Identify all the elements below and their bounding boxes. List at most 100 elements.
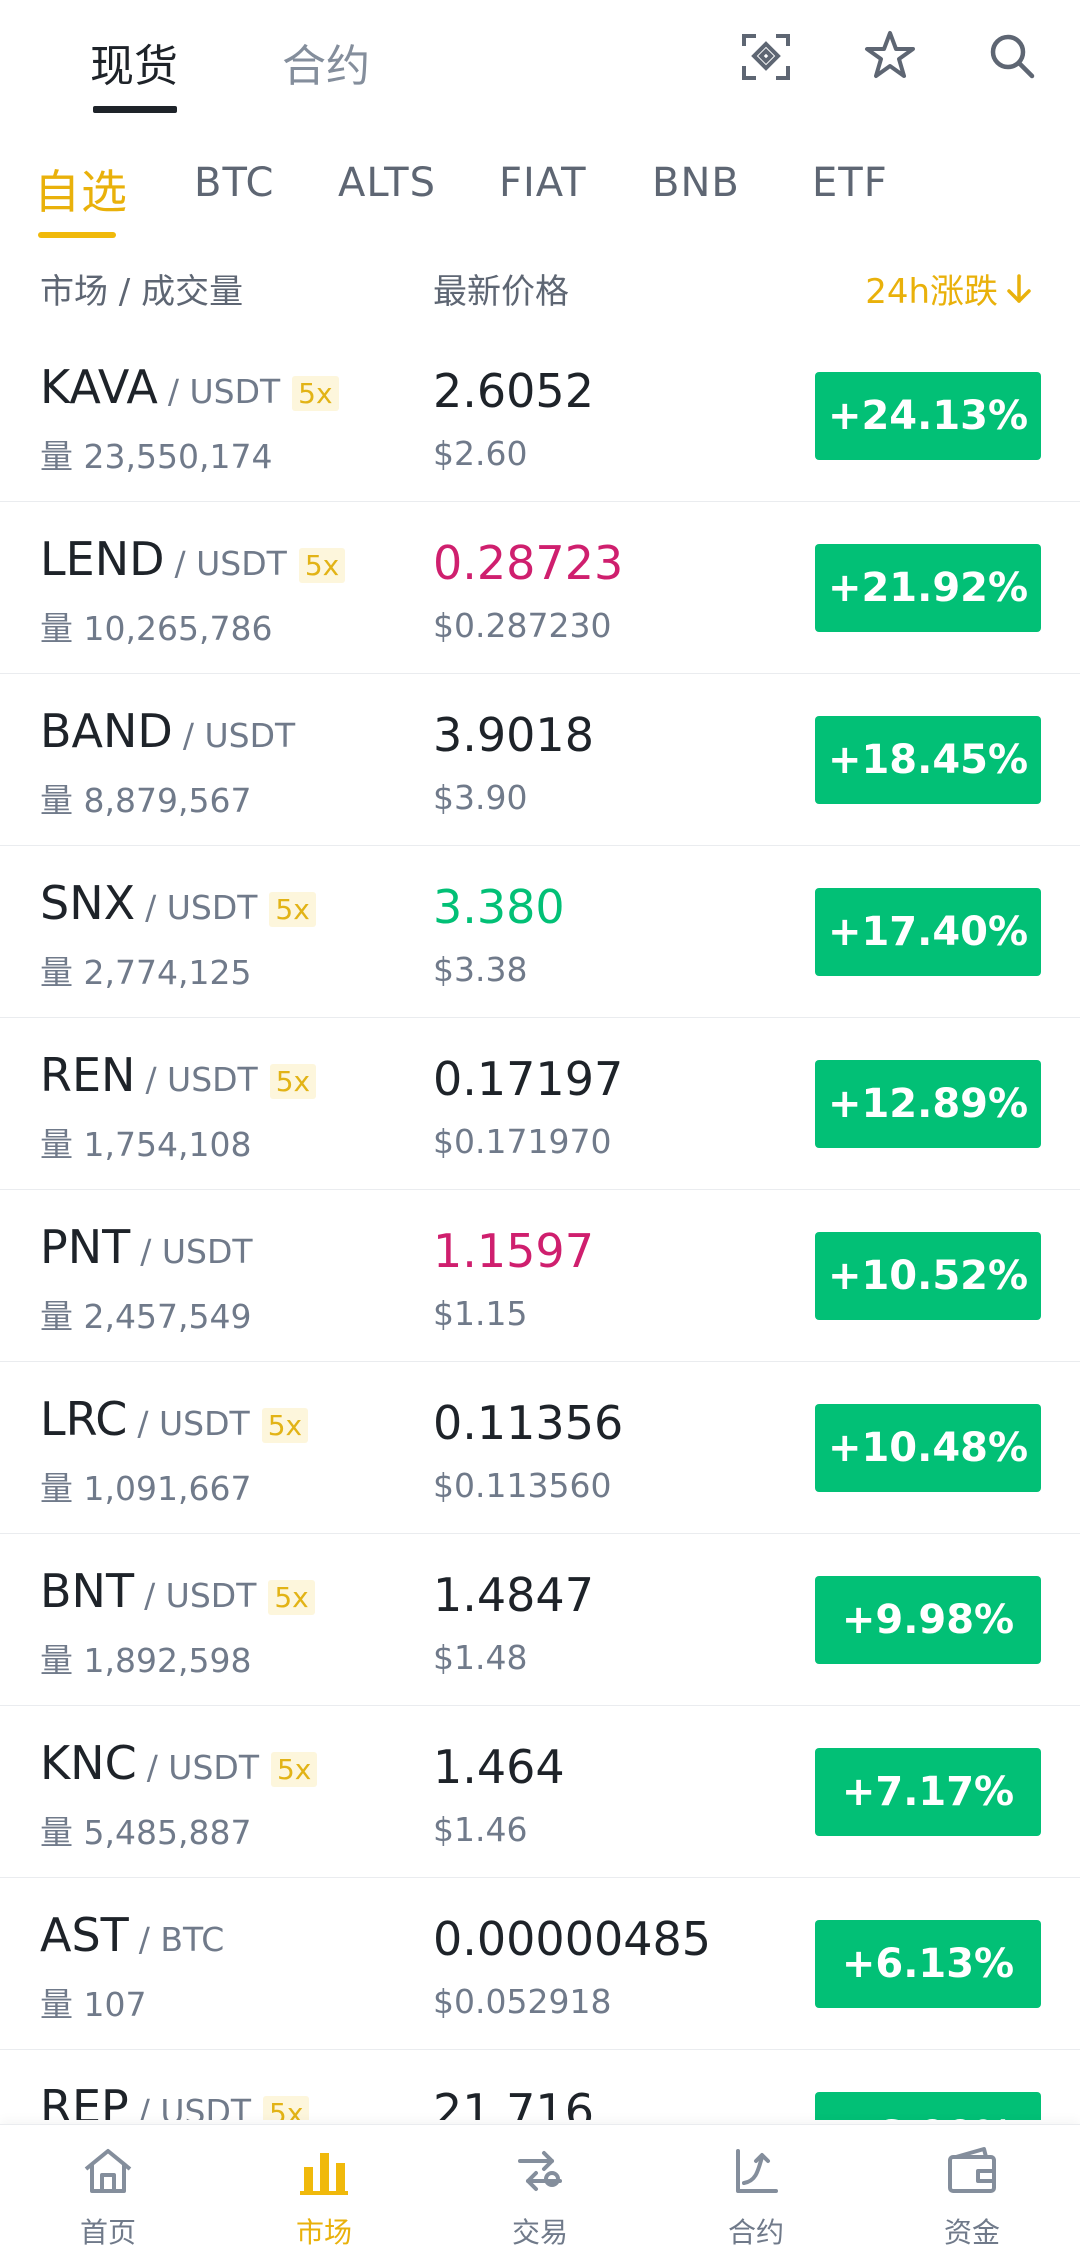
- pair-symbol: SNX / USDT 5x: [40, 876, 316, 930]
- leverage-badge: 5x: [261, 1408, 309, 1443]
- pair-base: AST: [40, 1908, 129, 1962]
- pair-symbol: BAND / USDT: [40, 704, 295, 758]
- star-icon[interactable]: [862, 28, 918, 84]
- pair-quote: / USDT: [145, 888, 258, 927]
- pair-quote: / USDT: [182, 716, 296, 755]
- market-row[interactable]: REN / USDT 5x 量 1,754,108 0.17197 $0.171970 +1…: [0, 1018, 1080, 1190]
- change-badge[interactable]: +12.89%: [815, 1060, 1041, 1148]
- market-row[interactable]: BAND / USDT 量 8,879,567 3.9018 $3.90 +18.45%: [0, 674, 1080, 846]
- market-row[interactable]: PNT / USDT 量 2,457,549 1.1597 $1.15 +10.52%: [0, 1190, 1080, 1362]
- pair-base: SNX: [40, 876, 136, 930]
- change-badge[interactable]: +24.13%: [815, 372, 1041, 460]
- nav-trade[interactable]: 交易: [432, 2125, 648, 2258]
- leverage-badge: 5x: [268, 1580, 315, 1615]
- last-price: 2.6052: [433, 364, 594, 418]
- tab-spot-underline: [93, 106, 177, 113]
- top-bar: 现货 合约: [0, 0, 1080, 120]
- nav-futures[interactable]: 合约: [648, 2125, 864, 2258]
- volume-text: 量 1,892,598: [40, 1641, 252, 1680]
- nav-futures-label: 合约: [727, 2216, 784, 2249]
- last-price: 1.464: [433, 1740, 565, 1794]
- sort-desc-icon: [1007, 273, 1031, 303]
- subtab-etf[interactable]: ETF: [812, 160, 888, 206]
- change-badge[interactable]: +10.48%: [815, 1404, 1041, 1492]
- column-last-price[interactable]: 最新价格: [433, 264, 569, 313]
- change-badge[interactable]: +17.40%: [815, 888, 1041, 976]
- market-row[interactable]: SNX / USDT 5x 量 2,774,125 3.380 $3.38 +17.40%: [0, 846, 1080, 1018]
- market-row[interactable]: LRC / USDT 5x 量 1,091,667 0.11356 $0.113560 +1…: [0, 1362, 1080, 1534]
- volume-text: 量 5,485,887: [40, 1813, 252, 1852]
- usd-price: $0.171970: [433, 1122, 612, 1161]
- change-badge[interactable]: +6.00%: [815, 2092, 1041, 2120]
- market-list: KAVA / USDT 5x 量 23,550,174 2.6052 $2.60 +24.1…: [0, 330, 1080, 2120]
- pair-quote: / USDT: [140, 1232, 253, 1271]
- change-badge[interactable]: +7.17%: [815, 1748, 1041, 1836]
- column-24h-change-label: 24h涨跌: [865, 272, 998, 312]
- subtab-favorites-underline: [38, 232, 116, 238]
- last-price: 3.380: [433, 880, 565, 934]
- change-badge[interactable]: +10.52%: [815, 1232, 1041, 1320]
- change-badge[interactable]: +6.13%: [815, 1920, 1041, 2008]
- wallet-icon: [948, 2147, 996, 2193]
- pair-symbol: BNT / USDT 5x: [40, 1564, 315, 1618]
- pair-quote: / USDT: [137, 1404, 250, 1443]
- nav-market[interactable]: 市场: [216, 2125, 432, 2258]
- usd-price: $1.46: [433, 1810, 528, 1849]
- nav-wallet[interactable]: 资金: [864, 2125, 1080, 2258]
- nav-home[interactable]: 首页: [0, 2125, 216, 2258]
- market-row[interactable]: BNT / USDT 5x 量 1,892,598 1.4847 $1.48 +9.98%: [0, 1534, 1080, 1706]
- market-row[interactable]: KNC / USDT 5x 量 5,485,887 1.464 $1.46 +7.17%: [0, 1706, 1080, 1878]
- tab-spot[interactable]: 现货: [90, 30, 178, 94]
- volume-text: 量 1,091,667: [40, 1469, 252, 1508]
- pair-quote: / USDT: [146, 1748, 259, 1787]
- market-row[interactable]: AST / BTC 量 107 0.00000485 $0.052918 +6.13%: [0, 1878, 1080, 2050]
- scan-icon[interactable]: [738, 28, 794, 84]
- futures-icon: [736, 2149, 778, 2193]
- pair-symbol: KAVA / USDT 5x: [40, 360, 339, 414]
- column-header: 市场 / 成交量 最新价格 24h涨跌: [0, 258, 1080, 318]
- volume-text: 量 8,879,567: [40, 781, 252, 820]
- leverage-badge: 5x: [298, 548, 346, 583]
- leverage-badge: 5x: [263, 2096, 310, 2120]
- tab-futures[interactable]: 合约: [282, 30, 370, 94]
- volume-text: 量 107: [40, 1985, 147, 2024]
- leverage-badge: 5x: [270, 1752, 318, 1787]
- last-price: 0.17197: [433, 1052, 624, 1106]
- usd-price: $0.287230: [433, 606, 612, 645]
- last-price: 0.00000485: [433, 1912, 712, 1966]
- column-24h-change[interactable]: 24h涨跌: [865, 264, 1036, 313]
- pair-base: BNT: [40, 1564, 135, 1618]
- change-badge[interactable]: +9.98%: [815, 1576, 1041, 1664]
- market-row[interactable]: KAVA / USDT 5x 量 23,550,174 2.6052 $2.60 +24.1…: [0, 330, 1080, 502]
- pair-symbol: AST / BTC: [40, 1908, 224, 1962]
- pair-symbol: LRC / USDT 5x: [40, 1392, 309, 1446]
- pair-base: BAND: [40, 704, 173, 758]
- market-row[interactable]: REP / USDT 5x 21.716 +6.00%: [0, 2050, 1080, 2120]
- nav-trade-label: 交易: [511, 2216, 568, 2249]
- usd-price: $1.15: [433, 1294, 528, 1333]
- market-row[interactable]: LEND / USDT 5x 量 10,265,786 0.28723 $0.287230…: [0, 502, 1080, 674]
- pair-base: LEND: [40, 532, 165, 586]
- subtab-fiat[interactable]: FIAT: [499, 160, 587, 206]
- pair-base: REP: [40, 2080, 129, 2120]
- last-price: 0.28723: [433, 536, 624, 590]
- subtab-bnb[interactable]: BNB: [652, 160, 740, 206]
- trade-icon: [518, 2151, 562, 2191]
- pair-quote: / USDT: [138, 2092, 252, 2120]
- change-badge[interactable]: +18.45%: [815, 716, 1041, 804]
- pair-quote: / USDT: [145, 1060, 258, 1099]
- change-badge[interactable]: +21.92%: [815, 544, 1041, 632]
- pair-symbol: PNT / USDT: [40, 1220, 253, 1274]
- market-subtabs: 自选 BTC ALTS FIAT BNB ETF: [0, 140, 1080, 240]
- subtab-btc[interactable]: BTC: [194, 160, 274, 206]
- usd-price: $2.60: [433, 434, 528, 473]
- last-price: 1.4847: [433, 1568, 594, 1622]
- home-icon: [84, 2149, 132, 2193]
- subtab-alts[interactable]: ALTS: [338, 160, 436, 206]
- nav-wallet-label: 资金: [943, 2216, 1000, 2249]
- column-market-volume[interactable]: 市场 / 成交量: [40, 264, 243, 313]
- pair-quote: / USDT: [174, 544, 287, 583]
- bottom-nav: 首页 市场 交易 合约 资金: [0, 2124, 1080, 2258]
- search-icon[interactable]: [984, 28, 1040, 84]
- subtab-favorites[interactable]: 自选: [34, 156, 128, 222]
